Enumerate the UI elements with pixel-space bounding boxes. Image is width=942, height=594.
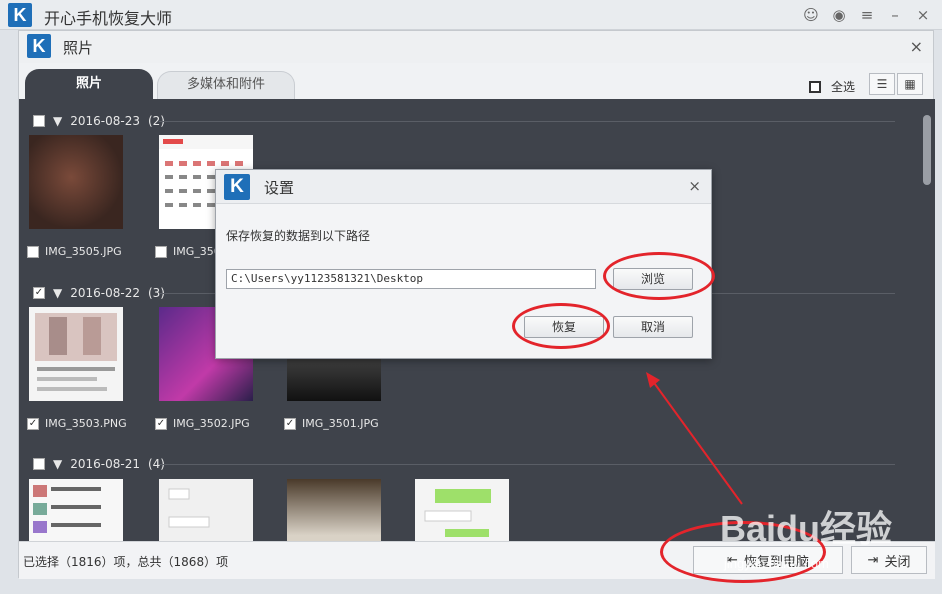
select-all-checkbox[interactable] <box>808 80 821 93</box>
collapse-icon[interactable]: ▼ <box>53 457 62 471</box>
photo-thumbnail[interactable] <box>287 479 381 541</box>
close-icon[interactable]: × <box>914 6 932 24</box>
photo-name: IMG_3501.JPG <box>302 417 379 430</box>
divider <box>159 121 895 122</box>
photo-checkbox[interactable]: ✓ <box>27 417 39 430</box>
chat-screenshot-image <box>35 313 117 391</box>
minimize-icon[interactable]: – <box>886 6 904 24</box>
tab-photos[interactable]: 照片 <box>25 69 153 99</box>
tab-media[interactable]: 多媒体和附件 <box>157 71 295 99</box>
thumbnail-label: ✓ IMG_3501.JPG <box>284 417 379 430</box>
chat-screenshot-image <box>168 488 210 528</box>
calendar-view-icon[interactable]: ▦ <box>897 73 923 95</box>
thumbnail-label: IMG_3505.JPG <box>27 245 122 258</box>
group-date: 2016-08-22 <box>70 286 140 300</box>
app-logo: K <box>8 3 32 27</box>
photo-window-title: 照片 <box>63 39 94 57</box>
photo-thumbnail[interactable] <box>415 479 509 541</box>
list-screenshot-image <box>33 485 101 533</box>
select-all[interactable]: 全选 <box>808 78 855 95</box>
dialog-header: K 设置 × <box>216 170 711 204</box>
exit-icon: ⇥ <box>867 552 879 568</box>
cancel-button[interactable]: 取消 <box>613 316 693 338</box>
thumbnail-label: ✓ IMG_3503.PNG <box>27 417 127 430</box>
app-titlebar: K 开心手机恢复大师 ☺ ◉ ≡ – × <box>0 0 942 30</box>
app-toolbar: ☺ ◉ ≡ – × <box>802 6 932 24</box>
photo-name: IMG_350 <box>173 245 221 258</box>
group-date: 2016-08-21 <box>70 457 140 471</box>
photo-name: IMG_3505.JPG <box>45 245 122 258</box>
select-all-label: 全选 <box>830 80 855 94</box>
group-date: 2016-08-23 <box>70 114 140 128</box>
photo-checkbox[interactable]: ✓ <box>155 417 167 430</box>
photo-checkbox[interactable]: ✓ <box>284 417 296 430</box>
list-view-icon[interactable]: ☰ <box>869 73 895 95</box>
selection-status: 已选择（1816）项，总共（1868）项 <box>23 555 229 569</box>
dialog-logo: K <box>224 174 250 200</box>
photo-thumbnail[interactable] <box>29 479 123 541</box>
save-path-label: 保存恢复的数据到以下路径 <box>226 229 371 243</box>
chat-screenshot-image <box>424 489 491 537</box>
group-checkbox[interactable] <box>33 458 45 470</box>
annotation-arrow <box>646 372 743 505</box>
divider <box>159 464 895 465</box>
annotation-ellipse <box>512 303 610 349</box>
view-toggle: ☰ ▦ <box>869 73 923 95</box>
dialog-title: 设置 <box>264 179 295 197</box>
photo-checkbox[interactable] <box>155 245 167 258</box>
photo-name: IMG_3503.PNG <box>45 417 127 430</box>
photo-thumbnail[interactable] <box>159 479 253 541</box>
collapse-icon[interactable]: ▼ <box>53 114 62 128</box>
photo-window-close-icon[interactable]: × <box>910 37 923 56</box>
photo-thumbnail[interactable] <box>29 135 123 229</box>
app-title: 开心手机恢复大师 <box>44 9 173 28</box>
chat-icon[interactable]: ◉ <box>830 6 848 24</box>
watermark-brand: Baidu经验 <box>720 508 893 549</box>
close-button-label: 关闭 <box>884 554 911 570</box>
group-header: ▼ 2016-08-23 (2) <box>33 114 165 128</box>
thumbnail-label: IMG_350 <box>155 245 221 258</box>
group-checkbox[interactable] <box>33 115 45 127</box>
group-header: ✓ ▼ 2016-08-22 (3) <box>33 286 165 300</box>
photo-checkbox[interactable] <box>27 245 39 258</box>
photo-name: IMG_3502.JPG <box>173 417 250 430</box>
dialog-close-icon[interactable]: × <box>688 177 701 195</box>
save-path-input[interactable]: C:\Users\yy1123581321\Desktop <box>226 269 596 289</box>
thumbnail-label: ✓ IMG_3502.JPG <box>155 417 250 430</box>
group-header: ▼ 2016-08-21 (4) <box>33 457 165 471</box>
watermark-url: jingyan.baidu.com <box>724 556 829 571</box>
photo-window-logo: K <box>27 34 51 58</box>
tabbar: 照片 多媒体和附件 全选 ☰ ▦ <box>19 69 933 99</box>
annotation-ellipse <box>603 252 715 300</box>
wechat-icon[interactable]: ☺ <box>802 6 820 24</box>
photo-thumbnail[interactable] <box>29 307 123 401</box>
photo-window-header: K 照片 × <box>19 31 933 63</box>
scrollbar[interactable] <box>923 115 931 185</box>
collapse-icon[interactable]: ▼ <box>53 286 62 300</box>
group-checkbox[interactable]: ✓ <box>33 287 45 299</box>
menu-icon[interactable]: ≡ <box>858 6 876 24</box>
